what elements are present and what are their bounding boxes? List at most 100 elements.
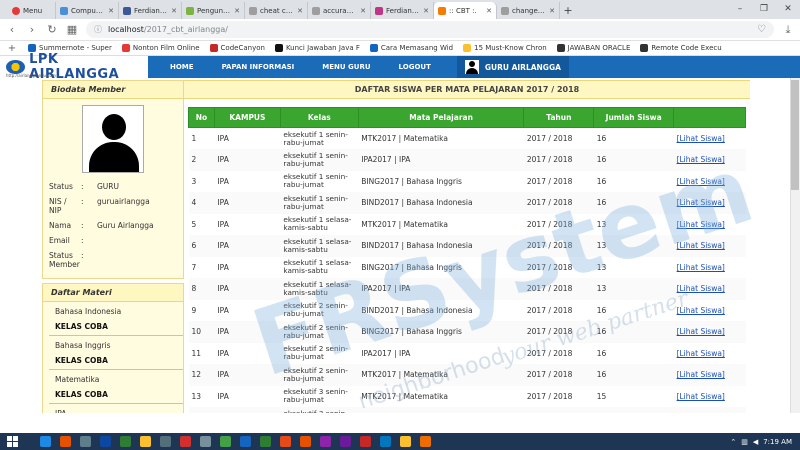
- row-jumlah: 16: [593, 321, 674, 343]
- powerpoint-icon[interactable]: [277, 435, 293, 448]
- volume-icon[interactable]: ◀: [753, 438, 758, 446]
- nav-link-logout[interactable]: LOGOUT: [385, 56, 445, 78]
- browser-tab[interactable]: Ferdian Rahab✕: [371, 2, 434, 19]
- bookmark-item[interactable]: 15 Must-Know Chron: [463, 44, 547, 52]
- lihat-siswa-link[interactable]: [Lihat Siswa]: [677, 177, 725, 186]
- bookmark-item[interactable]: CodeCanyon: [209, 44, 265, 52]
- generic2-icon[interactable]: [157, 435, 173, 448]
- browser-tab[interactable]: accuracy - Goo✕: [308, 2, 371, 19]
- nav-link-papan-informasi[interactable]: PAPAN INFORMASI: [208, 56, 309, 78]
- shield-icon[interactable]: [197, 435, 213, 448]
- tab-close-icon[interactable]: ✕: [108, 7, 114, 15]
- bookmark-item[interactable]: Remote Code Execu: [640, 44, 722, 52]
- lihat-siswa-link[interactable]: [Lihat Siswa]: [677, 327, 725, 336]
- lihat-siswa-link[interactable]: [Lihat Siswa]: [677, 370, 725, 379]
- back-icon[interactable]: ‹: [6, 23, 18, 36]
- window-controls: – ❐ ✕: [728, 0, 800, 17]
- forward-icon[interactable]: ›: [26, 23, 38, 36]
- lihat-siswa-link[interactable]: [Lihat Siswa]: [677, 241, 725, 250]
- materi-item[interactable]: Bahasa Inggris KELAS COBA: [49, 336, 183, 370]
- add-bookmark-icon[interactable]: +: [6, 43, 18, 54]
- dreamweaver-icon[interactable]: [117, 435, 133, 448]
- row-tahun: 2017 / 2018: [523, 364, 594, 386]
- tab-close-icon[interactable]: ✕: [171, 7, 177, 15]
- tab-close-icon[interactable]: ✕: [360, 7, 366, 15]
- acrobat-icon[interactable]: [357, 435, 373, 448]
- browser-tab[interactable]: Pengunduh Ya✕: [182, 2, 245, 19]
- illustrator-icon[interactable]: [297, 435, 313, 448]
- photoshop-icon[interactable]: [97, 435, 113, 448]
- new-tab-button[interactable]: +: [560, 2, 576, 19]
- folder-icon[interactable]: [137, 435, 153, 448]
- firefox-icon[interactable]: [57, 435, 73, 448]
- tab-close-icon[interactable]: ✕: [423, 7, 429, 15]
- lihat-siswa-link[interactable]: [Lihat Siswa]: [677, 198, 725, 207]
- lihat-siswa-link[interactable]: [Lihat Siswa]: [677, 263, 725, 272]
- excel-icon[interactable]: [257, 435, 273, 448]
- vscode-icon[interactable]: [377, 435, 393, 448]
- table-row: 5 IPA eksekutif 1 selasa-kamis-sabtu MTK201…: [189, 214, 746, 236]
- maximize-icon[interactable]: ❐: [752, 0, 776, 17]
- ie-icon[interactable]: [37, 435, 53, 448]
- browser-tab[interactable]: :: CBT :. ✕: [434, 2, 497, 19]
- materi-item[interactable]: IPAKELAS COBA: [49, 404, 183, 413]
- bookmark-item[interactable]: Kunci Jawaban Java F: [274, 44, 360, 52]
- browser-tab[interactable]: Computer Base✕: [56, 2, 119, 19]
- column-header: No: [188, 107, 215, 128]
- lihat-siswa-link[interactable]: [Lihat Siswa]: [677, 392, 725, 401]
- lihat-siswa-link[interactable]: [Lihat Siswa]: [677, 155, 725, 164]
- network-icon[interactable]: ▥: [741, 438, 748, 446]
- onenote-icon[interactable]: [337, 435, 353, 448]
- media-icon[interactable]: [317, 435, 333, 448]
- url-input[interactable]: ⓘ localhost/2017_cbt_airlangga/ ♡: [86, 21, 774, 38]
- bookmark-item[interactable]: Summernote - Super: [28, 44, 112, 52]
- nav-link-menu-guru[interactable]: MENU GURU: [308, 56, 384, 78]
- bookmark-heart-icon[interactable]: ♡: [757, 24, 766, 35]
- scrollbar-thumb[interactable]: [791, 80, 799, 190]
- bookmark-item[interactable]: JAWABAN ORACLE: [556, 44, 630, 52]
- speed-dial-icon[interactable]: ▦: [66, 23, 78, 36]
- reload-icon[interactable]: ↻: [46, 23, 58, 36]
- tab-close-icon[interactable]: ✕: [234, 7, 240, 15]
- materi-item[interactable]: Matematika KELAS COBA: [49, 370, 183, 404]
- tab-close-icon[interactable]: ✕: [297, 7, 303, 15]
- row-number: 4: [188, 192, 215, 214]
- browser-tab[interactable]: cheat code no✕: [245, 2, 308, 19]
- clock[interactable]: 7:19 AM: [763, 438, 792, 446]
- bookmark-item[interactable]: Cara Memasang Wid: [369, 44, 453, 52]
- biodata-value: [91, 233, 183, 248]
- bookmark-item[interactable]: Nonton Film Online: [121, 44, 200, 52]
- row-kelas: eksekutif 2 senin-rabu-jumat: [280, 364, 359, 386]
- chrome2-icon[interactable]: [397, 435, 413, 448]
- tab-favicon-icon: [438, 6, 446, 15]
- tray-chevron-icon[interactable]: ⌃: [730, 438, 736, 446]
- tab-close-icon[interactable]: ✕: [549, 7, 555, 15]
- row-number: 5: [191, 219, 197, 229]
- page-info-icon[interactable]: ⓘ: [94, 24, 102, 35]
- page-scrollbar[interactable]: [790, 78, 800, 413]
- lihat-siswa-link[interactable]: [Lihat Siswa]: [677, 306, 725, 315]
- materi-item[interactable]: Bahasa Indonesia KELAS COBA: [49, 302, 183, 336]
- chrome-icon[interactable]: [217, 435, 233, 448]
- windows-start-icon[interactable]: [4, 435, 20, 448]
- tab-close-icon[interactable]: ✕: [486, 7, 492, 15]
- lihat-siswa-link[interactable]: [Lihat Siswa]: [677, 284, 725, 293]
- lihat-siswa-link[interactable]: [Lihat Siswa]: [677, 134, 725, 143]
- browser-tab[interactable]: Ferdian Rahab✕: [119, 2, 182, 19]
- vlc-icon[interactable]: [417, 435, 433, 448]
- site-logo[interactable]: LPK AIRLANGGA http://airlangga-edu.com: [0, 52, 148, 82]
- generic-icon[interactable]: [77, 435, 93, 448]
- nav-link-home[interactable]: HOME: [156, 56, 208, 78]
- opera-icon[interactable]: [177, 435, 193, 448]
- row-jumlah: 13: [596, 262, 607, 272]
- lihat-siswa-link[interactable]: [Lihat Siswa]: [677, 349, 725, 358]
- browser-tab[interactable]: change answe✕: [497, 2, 560, 19]
- lihat-siswa-link[interactable]: [Lihat Siswa]: [677, 220, 725, 229]
- word-icon[interactable]: [237, 435, 253, 448]
- biodata-key: Status Member: [49, 251, 80, 269]
- browser-menu-button[interactable]: Menu: [8, 2, 56, 19]
- close-window-icon[interactable]: ✕: [776, 0, 800, 17]
- download-icon[interactable]: ⤓: [782, 23, 794, 37]
- table-row: 12 IPA eksekutif 2 senin-rabu-jumat MTK2017…: [188, 364, 746, 386]
- minimize-icon[interactable]: –: [728, 0, 752, 17]
